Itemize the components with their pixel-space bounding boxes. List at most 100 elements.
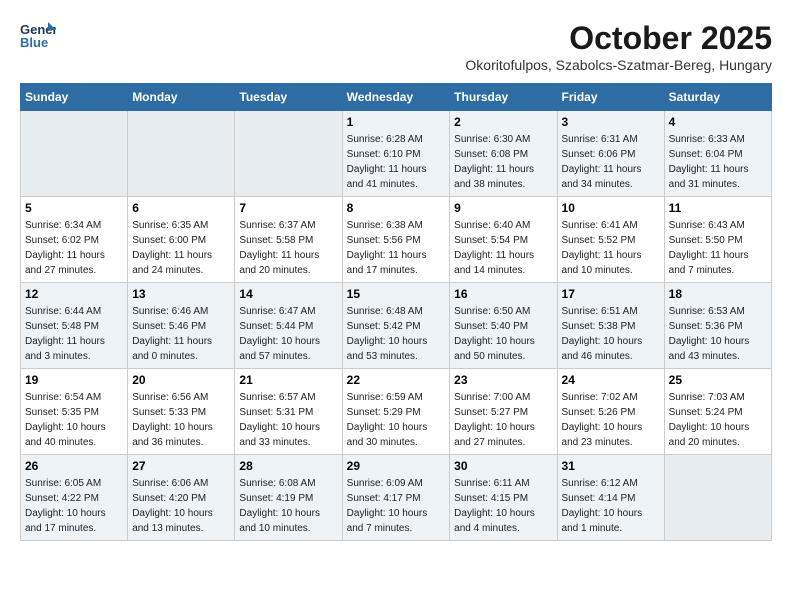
week-row: 19Sunrise: 6:54 AM Sunset: 5:35 PM Dayli… — [21, 369, 772, 455]
calendar-cell: 7 Sunrise: 6:37 AM Sunset: 5:58 PM Daylig… — [235, 197, 342, 283]
calendar-cell: 9 Sunrise: 6:40 AM Sunset: 5:54 PM Daylig… — [450, 197, 557, 283]
day-number: 17 — [562, 287, 660, 301]
week-row: 12Sunrise: 6:44 AM Sunset: 5:48 PM Dayli… — [21, 283, 772, 369]
day-detail: Sunrise: 6:50 AM Sunset: 5:40 PM Dayligh… — [454, 304, 552, 364]
day-detail: Sunrise: 6:11 AM Sunset: 4:15 PM Dayligh… — [454, 476, 552, 536]
calendar-cell: 22Sunrise: 6:59 AM Sunset: 5:29 PM Dayli… — [342, 369, 450, 455]
day-number: 10 — [562, 201, 660, 215]
day-number: 31 — [562, 459, 660, 473]
day-detail: Sunrise: 6:56 AM Sunset: 5:33 PM Dayligh… — [132, 390, 230, 450]
day-detail: Sunrise: 6:57 AM Sunset: 5:31 PM Dayligh… — [239, 390, 337, 450]
logo: General Blue — [20, 20, 56, 50]
day-detail: Sunrise: 7:00 AM Sunset: 5:27 PM Dayligh… — [454, 390, 552, 450]
day-number: 25 — [669, 373, 767, 387]
day-number: 15 — [347, 287, 446, 301]
day-detail: Sunrise: 6:31 AM Sunset: 6:06 PM Dayligh… — [562, 132, 660, 192]
calendar-cell: 25 Sunrise: 7:03 AM Sunset: 5:24 PM Dayli… — [664, 369, 771, 455]
day-detail: Sunrise: 7:02 AM Sunset: 5:26 PM Dayligh… — [562, 390, 660, 450]
calendar-cell: 5 Sunrise: 6:34 AM Sunset: 6:02 PM Daylig… — [21, 197, 128, 283]
day-detail: Sunrise: 6:34 AM Sunset: 6:02 PM Dayligh… — [25, 218, 123, 278]
day-number: 26 — [25, 459, 123, 473]
calendar-cell: 23 Sunrise: 7:00 AM Sunset: 5:27 PM Dayli… — [450, 369, 557, 455]
weekday-header: Friday — [557, 84, 664, 111]
day-detail: Sunrise: 6:43 AM Sunset: 5:50 PM Dayligh… — [669, 218, 767, 278]
weekday-header: Sunday — [21, 84, 128, 111]
day-detail: Sunrise: 6:53 AM Sunset: 5:36 PM Dayligh… — [669, 304, 767, 364]
day-detail: Sunrise: 6:09 AM Sunset: 4:17 PM Dayligh… — [347, 476, 446, 536]
calendar-cell: 8 Sunrise: 6:38 AM Sunset: 5:56 PM Daylig… — [342, 197, 450, 283]
calendar-cell — [664, 455, 771, 541]
day-detail: Sunrise: 6:30 AM Sunset: 6:08 PM Dayligh… — [454, 132, 552, 192]
calendar-cell: 16 Sunrise: 6:50 AM Sunset: 5:40 PM Dayli… — [450, 283, 557, 369]
calendar-cell — [235, 111, 342, 197]
calendar-cell: 2 Sunrise: 6:30 AM Sunset: 6:08 PM Daylig… — [450, 111, 557, 197]
day-number: 16 — [454, 287, 552, 301]
logo-icon: General Blue — [20, 20, 56, 50]
calendar-cell: 15 Sunrise: 6:48 AM Sunset: 5:42 PM Dayli… — [342, 283, 450, 369]
day-detail: Sunrise: 6:38 AM Sunset: 5:56 PM Dayligh… — [347, 218, 446, 278]
svg-text:Blue: Blue — [20, 35, 48, 50]
day-number: 2 — [454, 115, 552, 129]
day-number: 23 — [454, 373, 552, 387]
calendar-cell — [21, 111, 128, 197]
calendar-cell: 10 Sunrise: 6:41 AM Sunset: 5:52 PM Dayli… — [557, 197, 664, 283]
day-detail: Sunrise: 6:05 AM Sunset: 4:22 PM Dayligh… — [25, 476, 123, 536]
calendar-cell: 31 Sunrise: 6:12 AM Sunset: 4:14 PM Dayli… — [557, 455, 664, 541]
weekday-header: Monday — [128, 84, 235, 111]
day-number: 4 — [669, 115, 767, 129]
weekday-header-row: SundayMondayTuesdayWednesdayThursdayFrid… — [21, 84, 772, 111]
week-row: 5 Sunrise: 6:34 AM Sunset: 6:02 PM Daylig… — [21, 197, 772, 283]
calendar-cell: 24 Sunrise: 7:02 AM Sunset: 5:26 PM Dayli… — [557, 369, 664, 455]
day-detail: Sunrise: 7:03 AM Sunset: 5:24 PM Dayligh… — [669, 390, 767, 450]
calendar-cell: 30 Sunrise: 6:11 AM Sunset: 4:15 PM Dayli… — [450, 455, 557, 541]
day-number: 5 — [25, 201, 123, 215]
day-number: 24 — [562, 373, 660, 387]
week-row: 1Sunrise: 6:28 AM Sunset: 6:10 PM Daylig… — [21, 111, 772, 197]
calendar-cell: 20Sunrise: 6:56 AM Sunset: 5:33 PM Dayli… — [128, 369, 235, 455]
day-number: 19 — [25, 373, 123, 387]
day-number: 14 — [239, 287, 337, 301]
day-detail: Sunrise: 6:48 AM Sunset: 5:42 PM Dayligh… — [347, 304, 446, 364]
day-number: 27 — [132, 459, 230, 473]
day-number: 11 — [669, 201, 767, 215]
calendar-cell: 18 Sunrise: 6:53 AM Sunset: 5:36 PM Dayli… — [664, 283, 771, 369]
day-detail: Sunrise: 6:08 AM Sunset: 4:19 PM Dayligh… — [239, 476, 337, 536]
weekday-header: Thursday — [450, 84, 557, 111]
day-number: 28 — [239, 459, 337, 473]
day-number: 12 — [25, 287, 123, 301]
calendar-cell: 6 Sunrise: 6:35 AM Sunset: 6:00 PM Daylig… — [128, 197, 235, 283]
day-detail: Sunrise: 6:51 AM Sunset: 5:38 PM Dayligh… — [562, 304, 660, 364]
day-detail: Sunrise: 6:28 AM Sunset: 6:10 PM Dayligh… — [347, 132, 446, 192]
calendar-cell: 12Sunrise: 6:44 AM Sunset: 5:48 PM Dayli… — [21, 283, 128, 369]
day-number: 3 — [562, 115, 660, 129]
calendar-cell: 28 Sunrise: 6:08 AM Sunset: 4:19 PM Dayli… — [235, 455, 342, 541]
calendar-cell: 14 Sunrise: 6:47 AM Sunset: 5:44 PM Dayli… — [235, 283, 342, 369]
calendar-cell: 17 Sunrise: 6:51 AM Sunset: 5:38 PM Dayli… — [557, 283, 664, 369]
day-detail: Sunrise: 6:12 AM Sunset: 4:14 PM Dayligh… — [562, 476, 660, 536]
day-detail: Sunrise: 6:59 AM Sunset: 5:29 PM Dayligh… — [347, 390, 446, 450]
location-subtitle: Okoritofulpos, Szabolcs-Szatmar-Bereg, H… — [465, 57, 772, 73]
day-detail: Sunrise: 6:06 AM Sunset: 4:20 PM Dayligh… — [132, 476, 230, 536]
calendar-cell: 13Sunrise: 6:46 AM Sunset: 5:46 PM Dayli… — [128, 283, 235, 369]
day-number: 30 — [454, 459, 552, 473]
day-detail: Sunrise: 6:40 AM Sunset: 5:54 PM Dayligh… — [454, 218, 552, 278]
day-detail: Sunrise: 6:35 AM Sunset: 6:00 PM Dayligh… — [132, 218, 230, 278]
day-number: 6 — [132, 201, 230, 215]
page-header: General Blue October 2025 Okoritofulpos,… — [20, 20, 772, 73]
calendar-cell: 27 Sunrise: 6:06 AM Sunset: 4:20 PM Dayli… — [128, 455, 235, 541]
day-number: 29 — [347, 459, 446, 473]
day-detail: Sunrise: 6:37 AM Sunset: 5:58 PM Dayligh… — [239, 218, 337, 278]
calendar-cell: 21Sunrise: 6:57 AM Sunset: 5:31 PM Dayli… — [235, 369, 342, 455]
day-number: 7 — [239, 201, 337, 215]
day-number: 8 — [347, 201, 446, 215]
title-block: October 2025 Okoritofulpos, Szabolcs-Sza… — [465, 20, 772, 73]
day-number: 9 — [454, 201, 552, 215]
month-title: October 2025 — [465, 20, 772, 57]
day-number: 18 — [669, 287, 767, 301]
day-detail: Sunrise: 6:41 AM Sunset: 5:52 PM Dayligh… — [562, 218, 660, 278]
day-detail: Sunrise: 6:47 AM Sunset: 5:44 PM Dayligh… — [239, 304, 337, 364]
week-row: 26 Sunrise: 6:05 AM Sunset: 4:22 PM Dayli… — [21, 455, 772, 541]
calendar-cell: 11 Sunrise: 6:43 AM Sunset: 5:50 PM Dayli… — [664, 197, 771, 283]
calendar-cell: 4Sunrise: 6:33 AM Sunset: 6:04 PM Daylig… — [664, 111, 771, 197]
day-detail: Sunrise: 6:46 AM Sunset: 5:46 PM Dayligh… — [132, 304, 230, 364]
